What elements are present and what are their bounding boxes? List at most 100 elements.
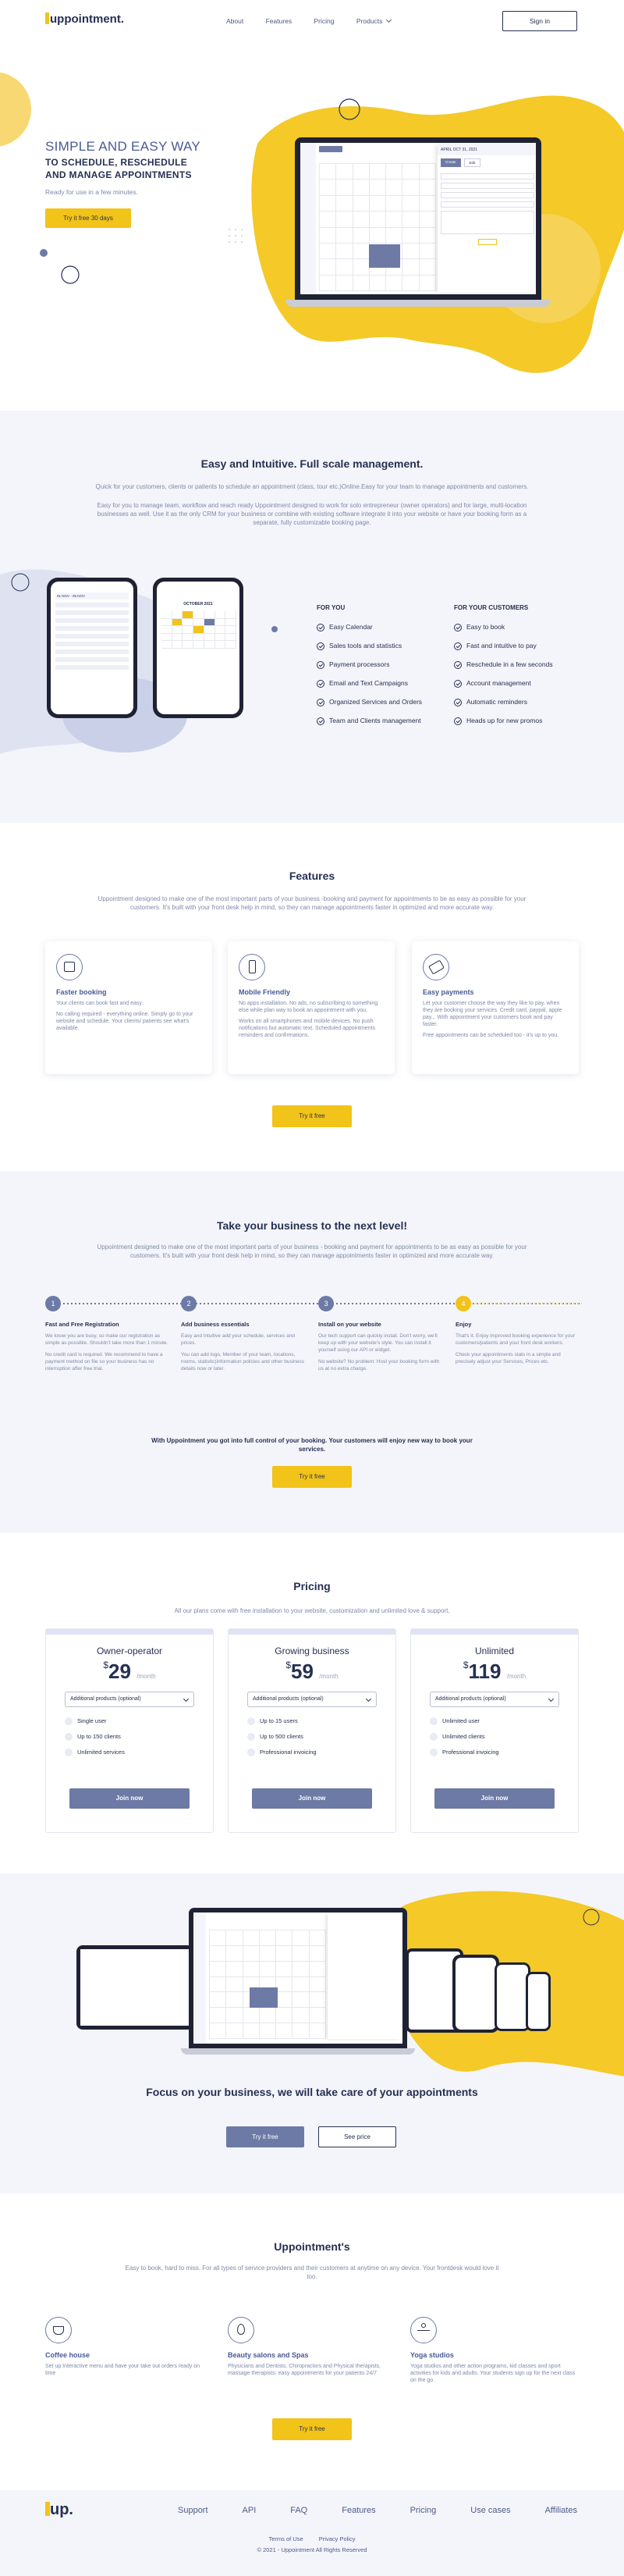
nav-about[interactable]: About: [226, 17, 243, 25]
intro-title: Easy and Intuitive. Full scale managemen…: [200, 457, 424, 470]
intro-para1: Quick for your customers, clients or pat…: [95, 483, 529, 490]
for-customers-list: FOR YOUR CUSTOMERS Easy to book Fast and…: [454, 604, 553, 730]
check-icon: [317, 717, 324, 725]
check-icon: [454, 698, 462, 706]
list-item: Payment processors: [317, 655, 422, 674]
laptop-mockup: [181, 1908, 415, 2058]
industry-item: Coffee house Set up Interactive menu and…: [45, 2317, 201, 2377]
phone-mockup-list: 01 NOV - 05 NOV: [47, 578, 137, 718]
nav-pricing[interactable]: Pricing: [314, 17, 335, 25]
footer-link-faq[interactable]: FAQ: [290, 2506, 307, 2515]
footer-link-affiliates[interactable]: Affiliates: [545, 2506, 577, 2515]
pricing-title: Pricing: [293, 1580, 331, 1592]
privacy-link[interactable]: Privacy Policy: [319, 2535, 356, 2542]
join-now-button[interactable]: Join now: [69, 1788, 190, 1809]
radio-icon[interactable]: [430, 1717, 438, 1726]
list-item: Sales tools and statistics: [317, 636, 422, 655]
hero-subtitle: Ready for use in a few minutes.: [45, 188, 139, 196]
plan-card: Unlimited $119 /month Additional product…: [410, 1628, 579, 1833]
step-item: 1 Fast and Free Registration We know you…: [45, 1296, 170, 1372]
plan-feature: Unlimited user: [430, 1713, 559, 1729]
focus-try-button[interactable]: Try it free: [226, 2126, 304, 2147]
industries-title: Uppointment's: [274, 2240, 350, 2253]
footer-logo[interactable]: up.: [45, 2501, 73, 2519]
list-item: Account management: [454, 674, 553, 692]
check-icon: [454, 679, 462, 688]
signin-button[interactable]: Sign in: [502, 11, 577, 31]
list-item: Reschedule in a few seconds: [454, 655, 553, 674]
nav-features[interactable]: Features: [266, 17, 292, 25]
addons-select[interactable]: Additional products (optional): [430, 1692, 559, 1707]
feature-card: Easy payments Let your customer choose t…: [412, 941, 579, 1074]
laptop-mockup: APRIL OCT 31, 2021 Create Edit: [285, 137, 551, 309]
steps-section: Take your business to the next level! Up…: [0, 1171, 624, 1533]
list-item: Heads up for new promos: [454, 711, 553, 730]
pricing-lead: All our plans come with free installatio…: [174, 1607, 450, 1614]
plan-feature: Professional invoicing: [430, 1745, 559, 1760]
mock-tab-edit: Edit: [463, 158, 481, 167]
features-title: Features: [289, 870, 335, 882]
radio-icon[interactable]: [65, 1749, 73, 1757]
industry-item: Yoga studios Yoga studios and other acti…: [410, 2317, 577, 2384]
list-item: Organized Services and Orders: [317, 692, 422, 711]
plan-feature: Unlimited clients: [430, 1729, 559, 1745]
credit-card-icon: [423, 954, 449, 980]
plan-feature: Professional invoicing: [247, 1745, 377, 1760]
list-item: Easy to book: [454, 617, 553, 636]
footer-link-features[interactable]: Features: [342, 2506, 375, 2515]
mock-tab-create: Create: [441, 158, 461, 167]
hero-cta-button[interactable]: Try it free 30 days: [45, 208, 131, 228]
radio-icon[interactable]: [247, 1749, 255, 1757]
feature-card: Faster booking Your clients can book fas…: [45, 941, 212, 1074]
intro-section: Easy and Intuitive. Full scale managemen…: [0, 411, 624, 823]
footer-link-use-cases[interactable]: Use cases: [470, 2506, 510, 2515]
radio-icon[interactable]: [247, 1717, 255, 1726]
devices-section: Focus on your business, we will take car…: [0, 1873, 624, 2194]
industry-item: Beauty salons and Spas Physicians and De…: [228, 2317, 392, 2377]
step-item: 2 Add business essentials Easy and intui…: [181, 1296, 306, 1372]
join-now-button[interactable]: Join now: [252, 1788, 372, 1809]
hero-section: SIMPLE AND EASY WAY TO SCHEDULE, RESCHED…: [0, 42, 624, 411]
calendar-icon: [56, 954, 83, 980]
check-icon: [317, 698, 324, 706]
top-nav: uppointment. About Features Pricing Prod…: [0, 0, 624, 42]
footer-link-support[interactable]: Support: [178, 2506, 208, 2515]
footer: up. Support API FAQ Features Pricing Use…: [0, 2490, 624, 2576]
plan-feature: Up to 500 clients: [247, 1729, 377, 1745]
radio-icon[interactable]: [65, 1733, 73, 1742]
spa-icon: [228, 2317, 254, 2343]
plan-feature: Up to 150 clients: [65, 1729, 194, 1745]
features-cta-button[interactable]: Try it free: [272, 1105, 352, 1127]
radio-icon[interactable]: [65, 1717, 73, 1726]
radio-icon[interactable]: [247, 1733, 255, 1742]
phone-mockup-2: [452, 1955, 499, 2033]
plan-card: Owner-operator $29 /month Additional pro…: [45, 1628, 214, 1833]
terms-link[interactable]: Terms of Use: [269, 2535, 303, 2542]
list-item: Easy Calendar: [317, 617, 422, 636]
mock-date: APRIL OCT 31, 2021: [438, 144, 536, 155]
check-icon: [317, 642, 324, 650]
focus-price-button[interactable]: See price: [318, 2126, 396, 2147]
footer-link-pricing[interactable]: Pricing: [410, 2506, 437, 2515]
step-item: 3 Install on your website Our tech suppo…: [318, 1296, 443, 1372]
copyright: © 2021 - Uppointment All Rights Reserved: [257, 2546, 367, 2553]
radio-icon[interactable]: [430, 1749, 438, 1757]
industries-lead: Easy to book, hard to miss. For all type…: [125, 2265, 499, 2280]
phone-mockup-4: [526, 1972, 551, 2031]
radio-icon[interactable]: [430, 1733, 438, 1742]
hero-title: SIMPLE AND EASY WAY TO SCHEDULE, RESCHED…: [45, 139, 201, 180]
tablet-mockup: [76, 1945, 193, 2030]
nav-products[interactable]: Products: [356, 16, 392, 25]
industries-cta-button[interactable]: Try it free: [272, 2418, 352, 2440]
footer-link-api[interactable]: API: [243, 2506, 257, 2515]
plan-feature: Single user: [65, 1713, 194, 1729]
logo[interactable]: uppointment.: [45, 12, 124, 26]
check-icon: [317, 623, 324, 632]
addons-select[interactable]: Additional products (optional): [247, 1692, 377, 1707]
steps-cta-button[interactable]: Try it free: [272, 1466, 352, 1488]
mobile-icon: [239, 954, 265, 980]
join-now-button[interactable]: Join now: [434, 1788, 555, 1809]
list-item: Automatic reminders: [454, 692, 553, 711]
addons-select[interactable]: Additional products (optional): [65, 1692, 194, 1707]
steps-bottom-text: With Uppointment you got into full contr…: [151, 1437, 473, 1453]
